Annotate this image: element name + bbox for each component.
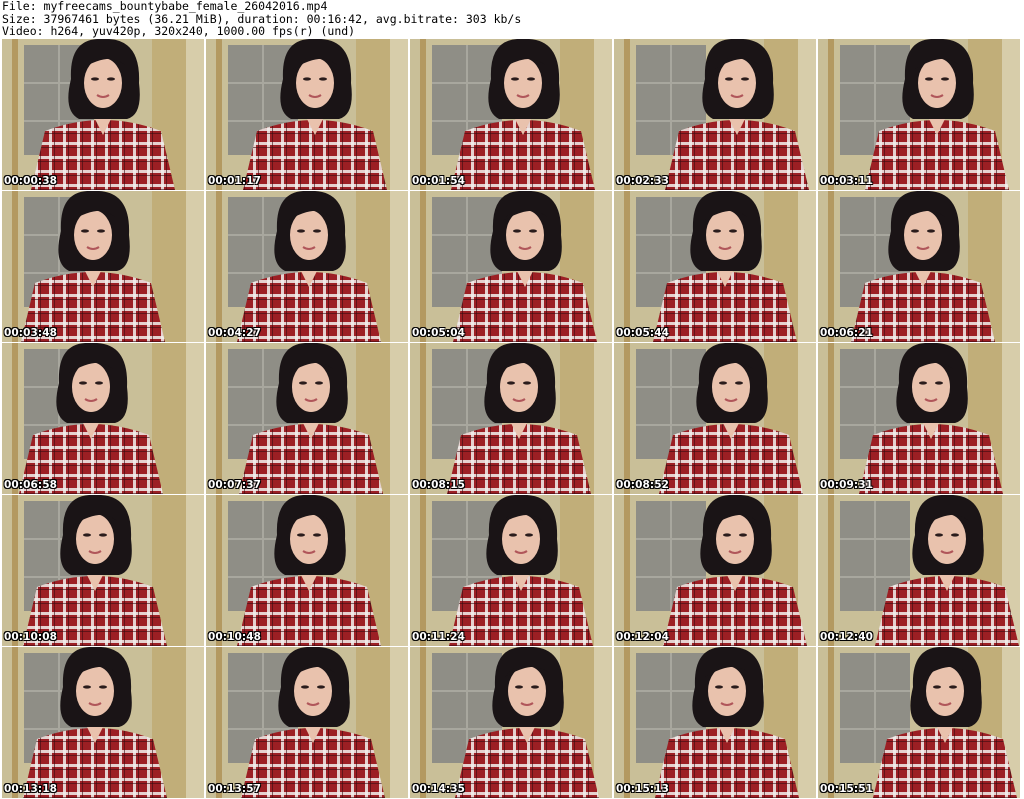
thumbnail-timestamp: 00:01:17 xyxy=(208,175,262,187)
file-name-line: File: myfreecams_bountybabe_female_26042… xyxy=(2,0,328,13)
video-thumbnail: 00:07:37 xyxy=(206,343,408,494)
thumbnail-timestamp: 00:11:24 xyxy=(412,631,466,643)
frame-image xyxy=(410,191,612,342)
video-thumbnail: 00:10:48 xyxy=(206,495,408,646)
thumbnail-timestamp: 00:10:48 xyxy=(208,631,262,643)
video-thumbnail: 00:03:48 xyxy=(2,191,204,342)
video-thumbnail: 00:08:52 xyxy=(614,343,816,494)
thumbnail-timestamp: 00:15:51 xyxy=(820,783,874,795)
video-thumbnail: 00:12:40 xyxy=(818,495,1020,646)
video-thumbnail: 00:04:27 xyxy=(206,191,408,342)
video-thumbnail: 00:05:04 xyxy=(410,191,612,342)
video-thumbnail: 00:01:54 xyxy=(410,39,612,190)
thumbnail-timestamp: 00:08:15 xyxy=(412,479,466,491)
thumbnail-timestamp: 00:03:48 xyxy=(4,327,58,339)
frame-image xyxy=(614,343,816,494)
frame-image xyxy=(2,647,204,798)
frame-image xyxy=(2,495,204,646)
frame-image xyxy=(206,39,408,190)
thumbnail-timestamp: 00:13:57 xyxy=(208,783,262,795)
thumbnail-timestamp: 00:10:08 xyxy=(4,631,58,643)
frame-image xyxy=(2,191,204,342)
frame-image xyxy=(818,343,1020,494)
frame-image xyxy=(410,495,612,646)
video-thumbnail: 00:06:58 xyxy=(2,343,204,494)
video-thumbnail: 00:12:04 xyxy=(614,495,816,646)
video-thumbnail: 00:01:17 xyxy=(206,39,408,190)
frame-image xyxy=(614,39,816,190)
frame-image xyxy=(410,343,612,494)
video-thumbnail: 00:02:33 xyxy=(614,39,816,190)
video-thumbnail: 00:00:38 xyxy=(2,39,204,190)
video-thumbnail: 00:13:57 xyxy=(206,647,408,798)
frame-image xyxy=(2,343,204,494)
video-thumbnail: 00:13:18 xyxy=(2,647,204,798)
thumbnail-timestamp: 00:12:40 xyxy=(820,631,874,643)
video-thumbnail: 00:14:35 xyxy=(410,647,612,798)
video-thumbnail: 00:11:24 xyxy=(410,495,612,646)
thumbnail-timestamp: 00:06:58 xyxy=(4,479,58,491)
thumbnail-timestamp: 00:09:31 xyxy=(820,479,874,491)
video-thumbnail: 00:05:44 xyxy=(614,191,816,342)
thumbnail-timestamp: 00:03:11 xyxy=(820,175,874,187)
thumbnail-timestamp: 00:08:52 xyxy=(616,479,670,491)
thumbnail-timestamp: 00:15:13 xyxy=(616,783,670,795)
thumbnail-timestamp: 00:13:18 xyxy=(4,783,58,795)
frame-image xyxy=(818,495,1020,646)
frame-image xyxy=(614,191,816,342)
thumbnail-grid: 00:00:38 00:01:17 00:01:54 00:02:33 00:0… xyxy=(2,39,1020,798)
frame-image xyxy=(818,39,1020,190)
thumbnail-timestamp: 00:02:33 xyxy=(616,175,670,187)
frame-image xyxy=(410,647,612,798)
frame-image xyxy=(410,39,612,190)
video-thumbnail: 00:06:21 xyxy=(818,191,1020,342)
video-thumbnail: 00:10:08 xyxy=(2,495,204,646)
frame-image xyxy=(818,191,1020,342)
video-thumbnail: 00:03:11 xyxy=(818,39,1020,190)
thumbnail-timestamp: 00:14:35 xyxy=(412,783,466,795)
thumbnail-timestamp: 00:05:04 xyxy=(412,327,466,339)
thumbnail-timestamp: 00:00:38 xyxy=(4,175,58,187)
video-thumbnail: 00:09:31 xyxy=(818,343,1020,494)
thumbnail-timestamp: 00:01:54 xyxy=(412,175,466,187)
video-thumbnail: 00:15:13 xyxy=(614,647,816,798)
video-thumbnail: 00:15:51 xyxy=(818,647,1020,798)
file-info-header: File: myfreecams_bountybabe_female_26042… xyxy=(2,0,1022,38)
frame-image xyxy=(206,495,408,646)
frame-image xyxy=(614,495,816,646)
thumbnail-timestamp: 00:06:21 xyxy=(820,327,874,339)
frame-image xyxy=(206,343,408,494)
video-info-line: Video: h264, yuv420p, 320x240, 1000.00 f… xyxy=(2,24,356,38)
thumbnail-timestamp: 00:04:27 xyxy=(208,327,262,339)
frame-image xyxy=(206,647,408,798)
frame-image xyxy=(614,647,816,798)
thumbnail-timestamp: 00:07:37 xyxy=(208,479,262,491)
frame-image xyxy=(818,647,1020,798)
frame-image xyxy=(2,39,204,190)
frame-image xyxy=(206,191,408,342)
thumbnail-timestamp: 00:05:44 xyxy=(616,327,670,339)
video-thumbnail: 00:08:15 xyxy=(410,343,612,494)
thumbnail-timestamp: 00:12:04 xyxy=(616,631,670,643)
